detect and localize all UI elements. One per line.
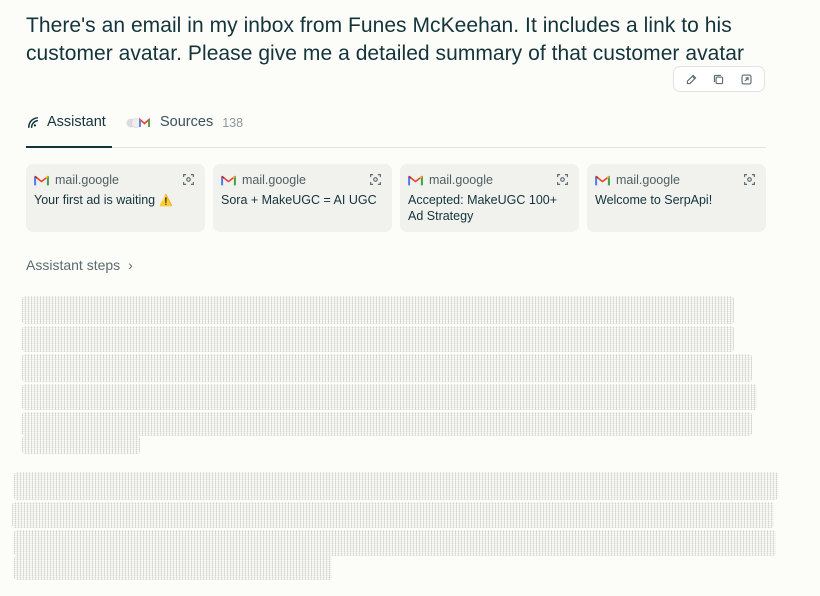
source-card-header: mail.google <box>34 172 197 188</box>
tab-assistant-label: Assistant <box>47 114 106 130</box>
sources-favicons-icon <box>126 114 154 131</box>
tab-sources[interactable]: Sources 138 <box>126 108 243 148</box>
source-card[interactable]: mail.google Your first ad is waiting ⚠️ <box>26 164 205 232</box>
copy-icon <box>714 74 724 84</box>
tab-assistant[interactable]: Assistant <box>26 108 112 148</box>
warning-icon: ⚠️ <box>159 195 173 207</box>
source-card-header: mail.google <box>221 172 384 188</box>
source-title-text: Accepted: MakeUGC 100+ Ad Strategy <box>408 193 558 223</box>
assistant-steps-toggle[interactable]: Assistant steps › <box>26 257 133 273</box>
source-card-header: mail.google <box>408 172 571 188</box>
source-domain: mail.google <box>429 173 493 187</box>
expand-icon[interactable] <box>369 173 382 186</box>
redacted-text-line <box>12 502 774 528</box>
source-title-text: Your first ad is waiting <box>34 193 156 207</box>
source-domain: mail.google <box>616 173 680 187</box>
assistant-steps-label: Assistant steps <box>26 257 121 273</box>
source-title-text: Sora + MakeUGC = AI UGC <box>221 193 377 207</box>
gmail-icon <box>408 175 423 186</box>
expand-icon[interactable] <box>743 173 756 186</box>
source-title: Accepted: MakeUGC 100+ Ad Strategy <box>408 192 571 225</box>
source-title: Welcome to SerpApi! <box>595 192 758 209</box>
redacted-text-line <box>14 556 332 580</box>
gmail-icon <box>221 175 236 186</box>
query-text: There's an email in my inbox from Funes … <box>26 14 745 65</box>
answer-page: There's an email in my inbox from Funes … <box>0 0 820 596</box>
redacted-text-line <box>14 472 778 500</box>
expand-icon[interactable] <box>182 173 195 186</box>
redacted-text-line <box>22 412 752 436</box>
gmail-icon <box>34 175 49 186</box>
source-cards: mail.google Your first ad is waiting ⚠️ m… <box>26 164 766 232</box>
source-domain: mail.google <box>242 173 306 187</box>
edit-button[interactable] <box>681 68 703 90</box>
redacted-text-line <box>22 326 734 352</box>
gmail-icon <box>595 175 610 186</box>
source-title: Your first ad is waiting ⚠️ <box>34 192 197 209</box>
redacted-text-line <box>22 354 752 382</box>
edit-icon <box>687 74 697 84</box>
assistant-icon <box>26 114 41 131</box>
expand-icon[interactable] <box>556 173 569 186</box>
query-actions-toolbar <box>673 66 765 92</box>
source-card[interactable]: mail.google Accepted: MakeUGC 100+ Ad St… <box>400 164 579 232</box>
redacted-text-line <box>22 384 757 410</box>
sources-count: 138 <box>222 116 244 130</box>
redacted-text-line <box>14 530 776 556</box>
copy-button[interactable] <box>708 68 730 90</box>
source-card[interactable]: mail.google Welcome to SerpApi! <box>587 164 766 232</box>
source-title-text: Welcome to SerpApi! <box>595 193 713 207</box>
share-icon <box>741 73 752 85</box>
redacted-text-line <box>22 436 140 454</box>
share-button[interactable] <box>735 68 757 90</box>
source-card[interactable]: mail.google Sora + MakeUGC = AI UGC <box>213 164 392 232</box>
redacted-text-line <box>22 296 734 324</box>
source-domain: mail.google <box>55 173 119 187</box>
chevron-right-icon: › <box>128 257 133 273</box>
tab-sources-label: Sources <box>160 114 214 130</box>
source-title: Sora + MakeUGC = AI UGC <box>221 192 384 209</box>
source-card-header: mail.google <box>595 172 758 188</box>
result-tabs: Assistant Sources 138 <box>26 108 766 148</box>
